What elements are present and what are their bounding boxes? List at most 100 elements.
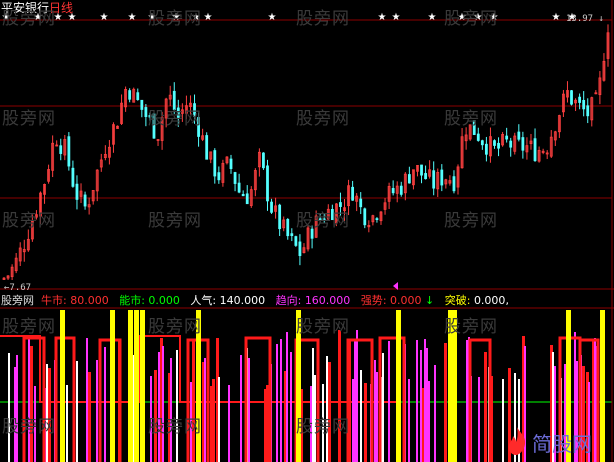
indicator-spike-bull	[364, 383, 367, 462]
indicator-spike-trend	[478, 377, 480, 462]
high-price-value: 13.97	[566, 14, 594, 24]
candle-body	[399, 185, 403, 195]
watermark: 股旁网	[2, 9, 56, 29]
chart-window: ★ ★ ★ ★ ★ ★ ★ ★ ★ ★ ★ ★ ★ ★ ★ ★ ★ ★ ★ 平安银行日线 13.97 ↓ ←7.67…	[0, 0, 614, 462]
candle-body	[432, 170, 436, 189]
watermark: 股旁网	[296, 211, 350, 231]
indicator-spike-popularity	[360, 370, 362, 462]
indicator-spike-bull	[338, 330, 341, 462]
watermark: 股旁网	[296, 9, 350, 29]
buy-signal-marker: ★	[552, 12, 561, 23]
watermark: 股旁网	[148, 417, 202, 437]
candle-body	[245, 193, 249, 205]
indicator-spike-trend	[376, 372, 378, 462]
watermark: 股旁网	[2, 211, 56, 231]
candle-body	[128, 90, 132, 100]
indicator-spike-popularity	[66, 385, 68, 462]
candle-body	[578, 96, 582, 103]
legend-value: 0.000	[148, 294, 180, 307]
legend-item-bull: 牛市: 80.000	[41, 294, 109, 307]
candle-body	[83, 194, 87, 207]
indicator-spike-popularity	[218, 377, 220, 462]
legend-value: 80.000	[70, 294, 109, 307]
indicator-spike-popularity	[8, 353, 10, 462]
candle-body	[480, 140, 484, 146]
indicator-spike-trend	[356, 330, 358, 462]
candle-body	[237, 182, 241, 193]
indicator-spike-trend	[28, 337, 30, 462]
legend-label: 突破	[444, 294, 467, 307]
candle-body	[298, 241, 302, 257]
indicator-spike-trend	[248, 358, 250, 462]
indicator-spike-popularity	[176, 350, 178, 462]
legend-item-trend: 趋向: 160.000	[275, 294, 351, 307]
indicator-spike-bull	[484, 352, 487, 462]
breakthrough-bar	[110, 310, 115, 462]
candle-body	[213, 150, 217, 177]
candle-body	[217, 172, 221, 181]
candle-body	[484, 143, 488, 155]
watermark: 股旁网	[148, 211, 202, 231]
indicator-spike-trend	[228, 385, 230, 462]
candle-body	[363, 208, 367, 226]
watermark: 股旁网	[148, 9, 202, 29]
indicator-spike-bull	[30, 346, 33, 462]
legend-item-popularity: 人气: 140.000	[190, 294, 266, 307]
indicator-spike-popularity	[76, 361, 78, 462]
indicator-legend: 股旁网 牛市: 80.000 能市: 0.000 人气: 140.000 趋向:…	[1, 294, 509, 308]
candle-body	[241, 194, 245, 197]
candle-body	[290, 233, 294, 237]
indicator-spike-trend	[86, 338, 88, 462]
indicator-spike-trend	[420, 350, 422, 462]
indicator-spike-trend	[16, 355, 18, 462]
candle-body	[570, 90, 573, 105]
indicator-spike-trend	[204, 358, 206, 462]
indicator-spike-trend	[374, 360, 376, 462]
candle-body	[262, 152, 265, 169]
watermark: 股旁网	[444, 9, 498, 29]
indicator-spike-trend	[354, 339, 356, 462]
legend-value: 0.000	[390, 294, 422, 307]
legend-item-strength: 强势: 0.000 ↓	[360, 294, 442, 307]
candle-body	[420, 164, 423, 176]
chart-canvas[interactable]: ★ ★ ★ ★ ★ ★ ★ ★ ★ ★ ★ ★ ★ ★ ★ ★ ★ ★ ★	[0, 0, 614, 462]
candle-body	[533, 138, 537, 162]
indicator-spike-trend	[158, 352, 160, 462]
candle-body	[476, 133, 480, 141]
candle-body	[391, 188, 395, 194]
high-price-label: 13.97 ↓	[566, 14, 604, 24]
candle-body	[424, 173, 427, 180]
candle-body	[144, 107, 148, 117]
indicator-spike-trend	[388, 341, 390, 462]
breakthrough-bar	[396, 310, 401, 462]
legend-value: 140.000	[219, 294, 266, 307]
buy-signal-marker: ★	[268, 12, 277, 23]
legend-value: 0.000	[473, 294, 506, 307]
watermark: 股旁网	[2, 109, 56, 129]
indicator-spike-trend	[286, 332, 288, 462]
buy-signal-marker: ★	[204, 12, 213, 23]
indicator-name: 股旁网	[1, 294, 34, 307]
indicator-spike-bull	[88, 372, 91, 462]
candle-body	[278, 204, 282, 230]
indicator-spike-trend	[280, 339, 282, 462]
indicator-spike-trend	[276, 344, 278, 462]
legend-value: 160.000	[304, 294, 351, 307]
buy-signal-marker: ★	[100, 12, 109, 23]
watermark: 股旁网	[444, 211, 498, 231]
indicator-spike-trend	[96, 360, 98, 462]
legend-item-breakthrough: 突破: 0.000,	[444, 294, 509, 307]
legend-label: 人气	[190, 294, 213, 307]
logo-text: 简股网	[532, 432, 592, 456]
watermark: 股旁网	[148, 109, 202, 129]
breakthrough-bar	[60, 310, 65, 462]
legend-label: 趋向	[275, 294, 298, 307]
watermark: 股旁网	[296, 317, 350, 337]
candle-body	[229, 158, 233, 169]
watermark: 股旁网	[296, 417, 350, 437]
indicator-spike-trend	[408, 379, 410, 462]
candle-body	[266, 165, 269, 202]
indicator-spike-trend	[104, 347, 106, 462]
watermark: 股旁网	[2, 417, 56, 437]
indicator-spike-popularity	[312, 348, 314, 462]
